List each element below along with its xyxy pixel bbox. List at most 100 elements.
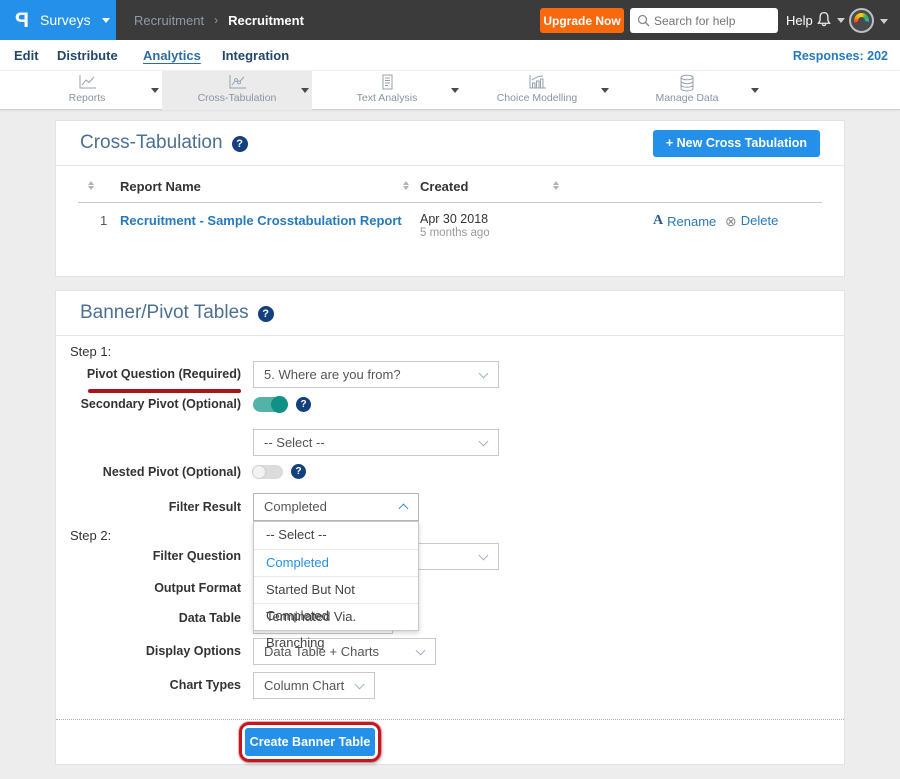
annotation-highlight-box: Create Banner Table [239, 722, 381, 762]
breadcrumb-current: Recruitment [228, 13, 304, 28]
rename-label: Rename [667, 214, 716, 229]
help-badge-icon[interactable]: ? [291, 464, 306, 479]
help-badge-icon[interactable]: ? [232, 136, 248, 152]
search-input[interactable] [654, 9, 774, 32]
rename-icon: A [653, 213, 663, 229]
tab-label: Manage Data [612, 92, 762, 104]
delete-label: Delete [741, 213, 779, 228]
rename-button[interactable]: A Rename [653, 213, 716, 229]
pivot-question-value: 5. Where are you from? [264, 367, 401, 382]
new-cross-tabulation-button[interactable]: + New Cross Tabulation [653, 130, 820, 157]
sort-icon[interactable] [88, 181, 94, 190]
chevron-down-icon [416, 646, 426, 656]
filter-result-label: Filter Result [56, 493, 241, 521]
breadcrumb: Recruitment › Recruitment [134, 0, 304, 40]
help-badge-icon[interactable]: ? [258, 306, 274, 322]
dropdown-option[interactable]: -- Select -- [254, 522, 418, 549]
tab-caret-icon[interactable] [451, 88, 459, 93]
tab-cross-tabulation[interactable]: Cross-Tabulation [162, 71, 312, 110]
line-chart-icon [12, 74, 162, 92]
row-index: 1 [100, 213, 107, 228]
app-window: P Surveys Recruitment › Recruitment Upgr… [0, 0, 900, 779]
dropdown-option[interactable]: Started But Not Completed [254, 576, 418, 603]
page-title: Cross-Tabulation [80, 132, 223, 154]
toggle-knob [271, 396, 288, 413]
secondary-pivot-toggle[interactable] [253, 397, 287, 412]
chevron-down-icon [479, 369, 489, 379]
dropdown-option-selected[interactable]: Completed [254, 549, 418, 576]
tab-manage-data[interactable]: Manage Data [612, 71, 762, 110]
display-options-label: Display Options [56, 638, 241, 665]
filter-result-value: Completed [264, 499, 327, 514]
section-title: Banner/Pivot Tables [80, 302, 249, 324]
banner-pivot-header: Banner/Pivot Tables ? [56, 291, 844, 336]
notifications-bell-icon[interactable] [815, 11, 833, 33]
scatter-line-chart-icon [162, 74, 312, 92]
account-gauge-icon [854, 13, 869, 28]
step1-label: Step 1: [70, 344, 111, 359]
database-icon [612, 74, 762, 92]
surveys-menu[interactable]: P Surveys [0, 0, 116, 40]
secondary-pivot-label: Secondary Pivot (Optional) [56, 395, 241, 413]
nav-item-distribute[interactable]: Distribute [57, 48, 118, 63]
secondary-pivot-select[interactable]: -- Select -- [253, 429, 499, 456]
dropdown-option[interactable]: Terminated Via. Branching [254, 603, 418, 630]
create-banner-table-button[interactable]: Create Banner Table [245, 728, 375, 756]
column-header-created[interactable]: Created [420, 179, 468, 194]
nested-pivot-label: Nested Pivot (Optional) [56, 463, 241, 481]
analytics-toolbar: Reports Cross-Tabulation Text Analysis C… [0, 70, 900, 110]
pivot-question-label: Pivot Question (Required) [56, 361, 241, 388]
chevron-down-icon [479, 437, 489, 447]
account-caret-icon[interactable] [880, 19, 888, 24]
tab-text-analysis[interactable]: Text Analysis [312, 71, 462, 110]
responses-count[interactable]: Responses: 202 [793, 49, 888, 63]
sort-icon[interactable] [553, 181, 559, 190]
tab-caret-icon[interactable] [601, 88, 609, 93]
nav-item-analytics[interactable]: Analytics [143, 48, 201, 63]
created-ago: 5 months ago [420, 227, 490, 239]
help-link[interactable]: Help [786, 13, 813, 28]
chevron-down-icon [479, 551, 489, 561]
tab-label: Reports [12, 92, 162, 104]
tab-label: Choice Modelling [462, 92, 612, 104]
breadcrumb-parent[interactable]: Recruitment [134, 13, 204, 28]
upgrade-now-button[interactable]: Upgrade Now [540, 8, 624, 33]
tab-caret-icon[interactable] [751, 88, 759, 93]
tab-caret-icon[interactable] [151, 88, 159, 93]
delete-button[interactable]: ⊗ Delete [725, 213, 778, 228]
notifications-caret-icon[interactable] [837, 18, 845, 23]
sort-icon[interactable] [403, 181, 409, 190]
pivot-question-select[interactable]: 5. Where are you from? [253, 361, 499, 388]
survey-nav: Edit Distribute Analytics Integration Re… [0, 40, 900, 70]
delete-icon: ⊗ [725, 214, 737, 228]
filter-question-label: Filter Question [56, 543, 241, 570]
avatar[interactable] [849, 8, 874, 33]
nav-item-edit[interactable]: Edit [14, 48, 39, 63]
data-table-label: Data Table [56, 605, 241, 632]
step2-label: Step 2: [70, 528, 111, 543]
bar-line-chart-icon [462, 74, 612, 92]
help-badge-icon[interactable]: ? [296, 397, 311, 412]
chart-types-select[interactable]: Column Chart [253, 672, 375, 699]
chart-types-value: Column Chart [264, 678, 344, 693]
banner-pivot-panel: Banner/Pivot Tables ? Step 1: Pivot Ques… [55, 290, 845, 765]
tab-reports[interactable]: Reports [12, 71, 162, 110]
breadcrumb-separator-icon: › [214, 13, 218, 27]
chevron-down-icon [355, 680, 365, 690]
column-header-report-name[interactable]: Report Name [120, 179, 201, 194]
tab-label: Cross-Tabulation [162, 92, 312, 104]
chart-types-label: Chart Types [56, 672, 241, 699]
cross-tabulation-header: Cross-Tabulation ? + New Cross Tabulatio… [56, 121, 844, 166]
search-icon [637, 14, 650, 32]
nav-item-integration[interactable]: Integration [222, 48, 289, 63]
help-search [630, 8, 778, 33]
tab-choice-modelling[interactable]: Choice Modelling [462, 71, 612, 110]
toggle-knob [252, 465, 266, 479]
nested-pivot-toggle[interactable] [253, 465, 283, 479]
questionpro-logo-icon: P [15, 10, 29, 31]
tab-caret-icon[interactable] [301, 88, 309, 93]
secondary-pivot-value: -- Select -- [264, 435, 325, 450]
document-icon [312, 74, 462, 92]
filter-result-select[interactable]: Completed [253, 493, 419, 521]
report-link[interactable]: Recruitment - Sample Crosstabulation Rep… [120, 213, 402, 228]
